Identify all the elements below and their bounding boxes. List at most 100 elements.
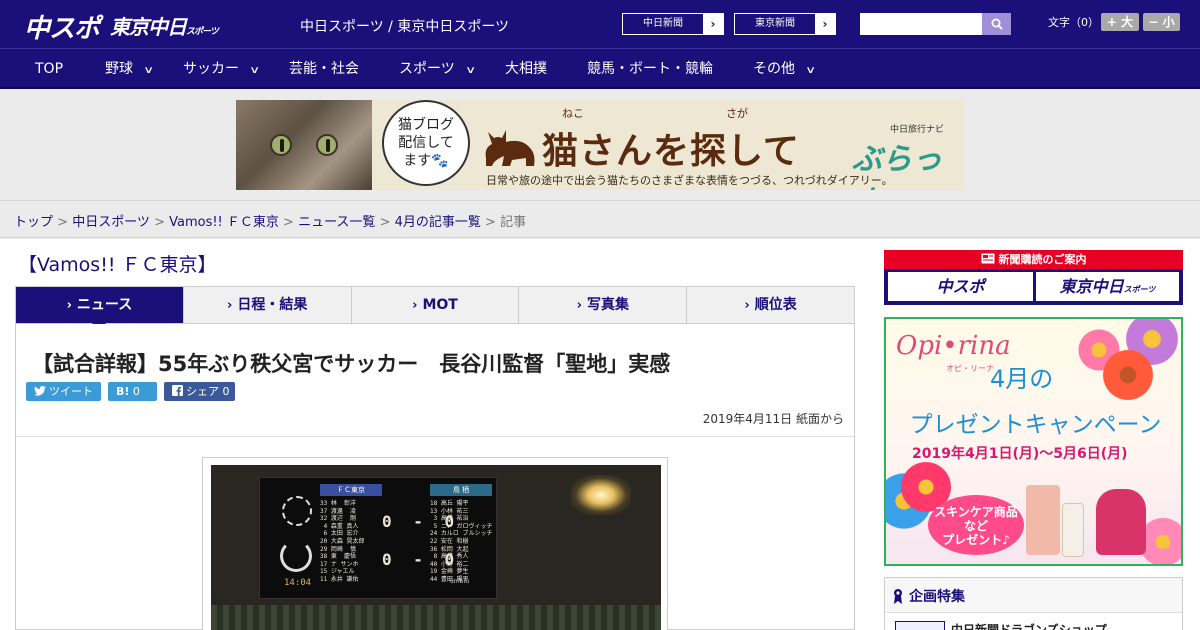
twitter-bird-icon: [34, 386, 46, 396]
banner-ruby-saga: さが: [726, 107, 748, 120]
feature-item[interactable]: 中日新聞ドラゴンズショップ: [885, 612, 1182, 630]
nav-item-label: 野球: [105, 61, 133, 77]
tweet-label: ツイート: [49, 385, 93, 398]
subscription-box[interactable]: 新聞購読のご案内 中スポ 東京中日スポーツ: [884, 250, 1183, 305]
tweet-button[interactable]: ツイート: [26, 382, 101, 401]
breadcrumb-link-chunichi-sports[interactable]: 中日スポーツ: [72, 215, 150, 230]
breadcrumb-separator: >: [53, 215, 73, 230]
banner-title: 猫さんを探して: [542, 131, 800, 172]
scoreboard-time: 14:04: [284, 578, 312, 588]
ad-campaign-title: プレゼントキャンペーン: [909, 412, 1162, 438]
tab-label: 日程・結果: [237, 297, 308, 313]
scoreboard-photo[interactable]: ＦＣ東京 鳥 栖 33 林 彰洋 37 渡邊 凌 32 渡辺 剛 4 森重 真人…: [211, 465, 661, 630]
nav-item-entertainment[interactable]: 芸能・社会: [289, 49, 359, 89]
cat-eye: [316, 134, 338, 156]
tab-standings[interactable]: › 順位表: [687, 287, 854, 323]
font-size-label: 文字（0）: [1048, 16, 1099, 29]
nav-item-label: その他: [753, 61, 795, 77]
nav-item-top[interactable]: TOP: [35, 49, 63, 89]
hatena-count: 0: [132, 385, 140, 398]
breadcrumb-link-top[interactable]: トップ: [14, 215, 53, 230]
pouch-product: [1096, 489, 1146, 555]
tab-label: 順位表: [754, 297, 797, 313]
tokyo-chunichi-logo-small: スポーツ: [186, 27, 219, 37]
opirina-logo: Opi•rina: [896, 331, 1011, 361]
tokyo-chunichi-logo-text: 東京中日: [110, 15, 187, 39]
scoreboard-team-left: ＦＣ東京: [320, 484, 382, 496]
chevron-down-icon: ∨: [805, 65, 817, 76]
chevron-right-icon: ›: [66, 298, 72, 313]
tokyo-chunichi-logo[interactable]: 東京中日スポーツ: [110, 11, 219, 40]
hatena-bookmark-button[interactable]: B! 0: [108, 382, 157, 401]
tab-label: ニュース: [76, 297, 133, 313]
subscribe-tokyo-chunichi-link[interactable]: 東京中日スポーツ: [1036, 272, 1179, 301]
subscribe-tokyo-chunichi-small: スポーツ: [1123, 285, 1156, 294]
font-smaller-button[interactable]: − 小: [1143, 13, 1180, 31]
nav-item-soccer[interactable]: サッカー ∨: [183, 49, 260, 89]
subscribe-chuspo-link[interactable]: 中スポ: [888, 272, 1033, 301]
nav-item-sumo[interactable]: 大相撲: [505, 49, 547, 89]
scoreboard-team-right: 鳥 栖: [430, 484, 492, 496]
tokyo-shimbun-button[interactable]: 東京新聞 ›: [734, 13, 836, 35]
ad-bubble-line: など: [963, 519, 988, 533]
breadcrumb-separator: >: [480, 215, 501, 230]
breadcrumb-bar: トップ > 中日スポーツ > Vamos!! ＦＣ東京 > ニュース一覧 > 4…: [0, 200, 1200, 238]
search-input[interactable]: [860, 13, 982, 35]
tab-schedule[interactable]: › 日程・結果: [184, 287, 352, 323]
search-button[interactable]: [982, 13, 1011, 35]
crowd: [211, 605, 661, 630]
scoreboard: ＦＣ東京 鳥 栖 33 林 彰洋 37 渡邊 凌 32 渡辺 剛 4 森重 真人…: [259, 477, 497, 599]
clock-icon: [280, 540, 312, 572]
section-title: 【Vamos!! ＦＣ東京】: [18, 254, 217, 276]
font-larger-button[interactable]: + 大: [1101, 13, 1139, 31]
chevron-right-icon: ›: [815, 14, 835, 34]
nav-item-other[interactable]: その他 ∨: [753, 49, 817, 89]
stadium-light: [571, 475, 631, 515]
nav-item-label: 芸能・社会: [289, 61, 359, 77]
chuspo-logo[interactable]: 中スポ: [24, 8, 100, 45]
tab-news[interactable]: › ニュース: [16, 287, 184, 331]
nav-item-label: 競馬・ボート・競輪: [587, 61, 713, 77]
article-date: 2019年4月11日 紙面から: [702, 412, 844, 426]
bottle-product: [1062, 503, 1084, 557]
share-label: シェア: [186, 385, 219, 398]
newspaper-icon: [981, 253, 994, 264]
cat-blog-banner[interactable]: 猫ブログ 配信して ます🐾 ねこ さが 猫さんを探して 中日旅行ナビ ぶらっ人 …: [236, 100, 964, 190]
ad-bubble-line: プレゼント♪: [942, 533, 1010, 547]
scoreboard-score-first: 0 - 0: [382, 512, 461, 531]
flower-decoration: [1100, 347, 1156, 403]
nav-item-racing[interactable]: 競馬・ボート・競輪: [587, 49, 713, 89]
cat-silhouette-icon: [485, 130, 535, 166]
breadcrumb-link-vamos[interactable]: Vamos!! ＦＣ東京: [169, 215, 279, 230]
breadcrumb-link-news-list[interactable]: ニュース一覧: [298, 215, 375, 230]
facebook-share-button[interactable]: シェア 0: [164, 382, 235, 401]
glove-product: [1026, 485, 1060, 555]
divider: [16, 436, 854, 437]
ribbon-icon: [894, 589, 902, 604]
nav-item-label: サッカー: [183, 61, 239, 77]
chevron-right-icon: ›: [744, 298, 750, 313]
feature-box: 企画特集 中日新聞ドラゴンズショップ: [884, 577, 1183, 630]
subscribe-tokyo-chunichi-text: 東京中日: [1059, 277, 1124, 296]
main-nav: TOP 野球 ∨ サッカー ∨ 芸能・社会 スポーツ ∨ 大相撲 競馬・ボート・競輪 …: [0, 48, 1200, 89]
tab-photos[interactable]: › 写真集: [519, 287, 688, 323]
banner-ruby-neko: ねこ: [562, 107, 584, 120]
nav-item-baseball[interactable]: 野球 ∨: [105, 49, 154, 89]
chevron-right-icon: ›: [412, 298, 418, 313]
chevron-right-icon: ›: [576, 298, 582, 313]
nav-item-label: スポーツ: [399, 61, 455, 77]
nav-item-sports[interactable]: スポーツ ∨: [399, 49, 476, 89]
tab-mot[interactable]: › MOT: [352, 287, 520, 323]
feature-heading: 企画特集: [893, 586, 965, 606]
chunichi-shimbun-button[interactable]: 中日新聞 ›: [622, 13, 724, 35]
site-links[interactable]: 中日スポーツ / 東京中日スポーツ: [300, 16, 509, 36]
cat-eye: [270, 134, 292, 156]
nav-item-label: TOP: [35, 61, 64, 77]
breadcrumb-link-april[interactable]: 4月の記事一覧: [395, 215, 481, 230]
hatena-icon: B!: [116, 385, 130, 398]
share-count: 0: [222, 385, 230, 398]
ad-bubble-line: スキンケア商品: [934, 505, 1018, 519]
tokyo-shimbun-label: 東京新聞: [755, 18, 795, 29]
opirina-campaign-ad[interactable]: Opi•rina オピ・リーナ 4月の プレゼントキャンペーン 2019年4月1…: [884, 317, 1183, 566]
tab-label: MOT: [422, 297, 458, 313]
